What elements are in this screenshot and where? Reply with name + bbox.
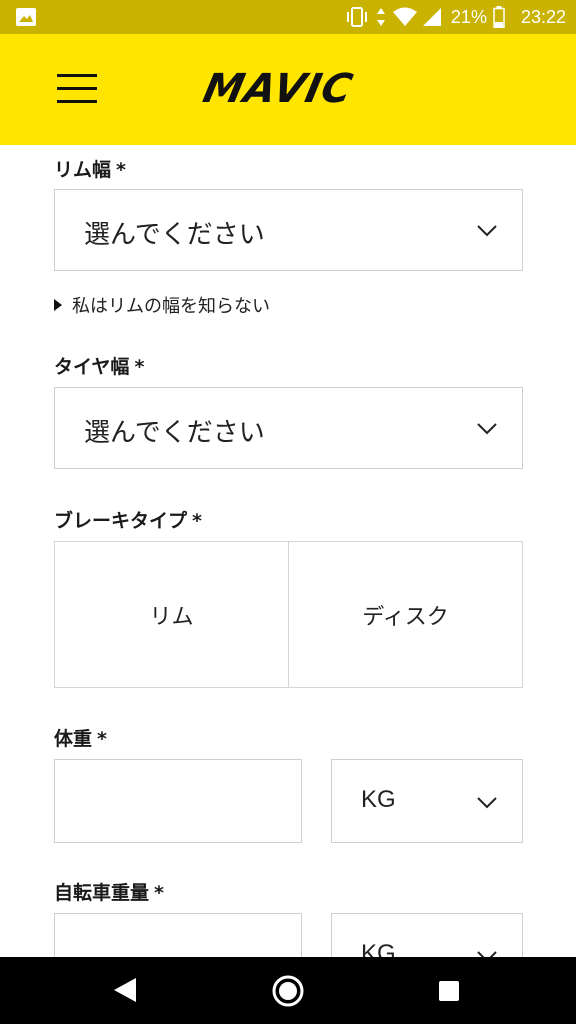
brake-option-disc[interactable]: ディスク [288,542,522,687]
status-icons: 21% 23:22 [345,0,566,34]
chevron-down-icon [477,951,497,957]
signal-icon [422,8,441,26]
brake-type-selector: リム ディスク [54,541,523,688]
brake-type-label: ブレーキタイプ * [54,510,202,532]
battery-icon [493,6,505,28]
android-nav-bar [0,957,576,1024]
battery-percentage: 21% [450,6,487,27]
recent-apps-icon[interactable] [439,981,459,1001]
back-icon[interactable] [112,976,138,1004]
home-icon[interactable] [271,974,305,1008]
bike-weight-unit-value: KG [361,940,396,957]
app-header: MAVIC [0,34,576,145]
rim-width-value: 選んでください [84,220,265,250]
chevron-down-icon [477,423,497,435]
data-arrows-icon [376,8,385,26]
chevron-down-icon [477,797,497,809]
brake-option-rim[interactable]: リム [55,542,288,687]
form-content: リム幅 * 選んでください 私はリムの幅を知らない タイヤ幅 * 選んでください ブ… [0,145,576,957]
body-weight-unit-value: KG [361,786,396,813]
body-weight-label: 体重 * [54,728,107,750]
gallery-icon [16,8,36,26]
mavic-logo[interactable]: MAVIC [199,66,357,112]
body-weight-unit-select[interactable]: KG [331,759,523,843]
vibrate-icon [346,7,367,27]
bike-weight-label: 自転車重量 * [54,882,164,904]
tire-width-label: タイヤ幅 * [54,356,145,378]
bike-weight-input[interactable] [54,913,302,957]
rim-width-label: リム幅 * [54,159,126,181]
tire-width-select[interactable]: 選んでください [54,387,523,469]
hamburger-menu-icon[interactable] [57,74,97,104]
rim-width-select[interactable]: 選んでください [54,189,523,271]
chevron-down-icon [477,225,497,237]
wifi-icon [392,7,417,26]
body-weight-input[interactable] [54,759,302,843]
rim-width-help-link[interactable]: 私はリムの幅を知らない [54,292,270,318]
status-time: 23:22 [520,6,566,27]
status-bar: 21% 23:22 [0,0,576,34]
tire-width-value: 選んでください [84,418,265,448]
bike-weight-unit-select[interactable]: KG [331,913,523,957]
triangle-right-icon [54,299,62,311]
